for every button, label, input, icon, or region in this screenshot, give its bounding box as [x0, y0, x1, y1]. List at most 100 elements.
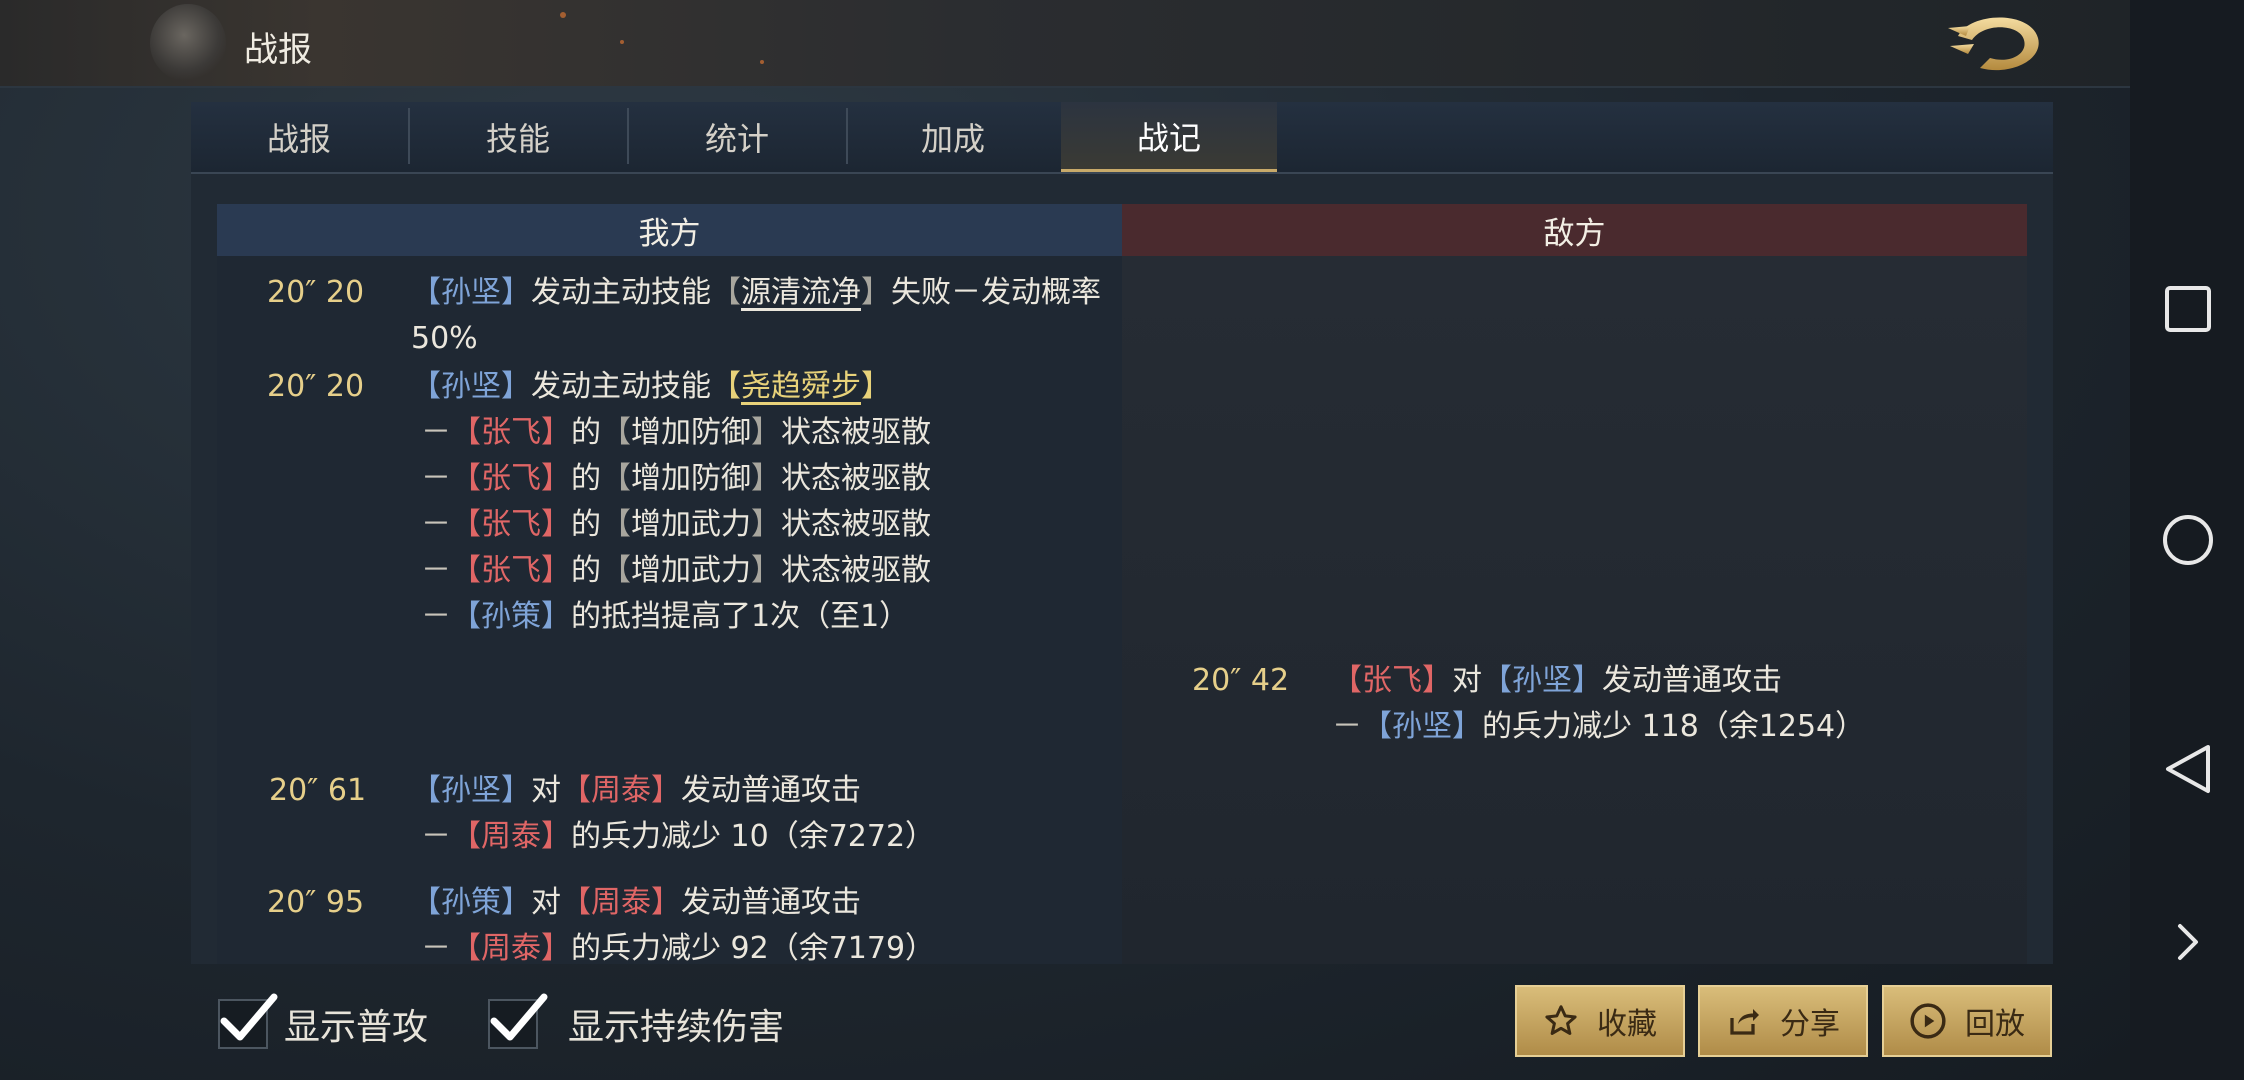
tab-statistics[interactable]: 统计: [629, 102, 845, 172]
bracket: 【: [561, 885, 591, 920]
log-line: 【张飞】对【孙坚】发动普通攻击: [1332, 658, 1782, 704]
bracket: 【: [451, 553, 481, 588]
star-icon: [1545, 1005, 1577, 1035]
log-text: 的抵挡提高了1次（至1）: [571, 599, 910, 634]
share-button[interactable]: 分享: [1698, 985, 1868, 1057]
log-text: 对: [1452, 663, 1482, 698]
log-line: 【孙坚】对【周泰】发动普通攻击: [411, 768, 861, 814]
log-text: 发动普通攻击: [681, 773, 861, 808]
bracket: 】: [751, 415, 781, 450]
bracket: 】: [501, 885, 531, 920]
dragon-back-icon: [1948, 17, 2039, 71]
general-name[interactable]: 周泰: [481, 931, 541, 964]
log-text: 发动普通攻击: [681, 885, 861, 920]
bracket: 【: [711, 369, 741, 404]
bracket: 】: [501, 773, 531, 808]
replay-button[interactable]: 回放: [1882, 985, 2052, 1057]
home-button[interactable]: [2158, 510, 2218, 570]
bracket: 】: [501, 369, 531, 404]
bracket: 【: [601, 553, 631, 588]
log-text: 的兵力减少 118（余1254）: [1482, 709, 1866, 744]
bracket: 】: [861, 275, 891, 310]
bracket: 】: [861, 369, 891, 404]
bracket: 】: [541, 415, 571, 450]
bracket: 【: [451, 415, 481, 450]
favorite-button[interactable]: 收藏: [1515, 985, 1685, 1057]
log-text: 发动主动技能: [531, 369, 711, 404]
general-name[interactable]: 周泰: [481, 819, 541, 854]
log-text: 状态被驱散: [781, 415, 931, 450]
bracket: 】: [1452, 709, 1482, 744]
general-name[interactable]: 张飞: [481, 507, 541, 542]
checkbox-box: [488, 993, 548, 1049]
bracket: 【: [601, 461, 631, 496]
footer-bar: 显示普攻 显示持续伤害 收藏 分享 回放: [0, 980, 2130, 1080]
dash: －: [421, 931, 451, 964]
enemy-column-header: 敌方: [1122, 204, 2027, 256]
battle-report-app: 战报 战报 技能 统计 加成 战记 我方 敌方 20″ 20 【孙坚】发动主动技…: [0, 0, 2130, 1080]
back-button[interactable]: [1940, 6, 2050, 80]
log-sub-line: －【张飞】的【增加武力】状态被驱散: [421, 502, 931, 548]
expand-nav-button[interactable]: [2158, 912, 2218, 972]
log-sub-line: －【周泰】的兵力减少 10（余7272）: [421, 814, 935, 860]
log-line: 50%: [411, 321, 478, 356]
log-text: 对: [531, 885, 561, 920]
general-name[interactable]: 孙坚: [1512, 663, 1572, 698]
log-sub-line: －【孙坚】的兵力减少 118（余1254）: [1332, 704, 1865, 750]
tab-skills[interactable]: 技能: [410, 102, 626, 172]
log-text: 失败－发动概率: [891, 275, 1101, 310]
general-name[interactable]: 张飞: [481, 461, 541, 496]
buff-name: 增加防御: [631, 461, 751, 496]
bracket: 】: [541, 461, 571, 496]
general-name[interactable]: 周泰: [591, 773, 651, 808]
skill-link[interactable]: 源清流净: [741, 275, 861, 310]
battle-log[interactable]: 我方 敌方 20″ 20 【孙坚】发动主动技能【源清流净】失败－发动概率 50%…: [217, 204, 2027, 964]
enemy-column-bg: [1122, 256, 2027, 964]
dash: －: [421, 553, 451, 588]
bracket: 【: [451, 461, 481, 496]
report-panel: 战报 技能 统计 加成 战记 我方 敌方 20″ 20 【孙坚】发动主动技能【源…: [191, 102, 2053, 964]
dash: －: [421, 819, 451, 854]
log-text: 发动普通攻击: [1602, 663, 1782, 698]
dash: －: [421, 461, 451, 496]
dash: －: [421, 507, 451, 542]
dash: －: [1332, 709, 1362, 744]
general-name[interactable]: 张飞: [481, 553, 541, 588]
square-nav-icon: [2165, 286, 2211, 332]
recent-apps-button[interactable]: [2158, 279, 2218, 339]
bracket: 【: [451, 819, 481, 854]
show-normal-attack-checkbox[interactable]: 显示普攻: [218, 993, 428, 1052]
timestamp: 20″ 20: [267, 275, 365, 310]
skill-link[interactable]: 尧趋舜步: [741, 369, 861, 404]
tab-bonus[interactable]: 加成: [845, 102, 1061, 172]
checkbox-label: 显示持续伤害: [568, 1007, 785, 1048]
checkmark-icon: [490, 993, 548, 1041]
play-circle-icon: [1910, 1003, 1946, 1039]
buff-name: 增加武力: [631, 553, 751, 588]
general-name[interactable]: 孙坚: [441, 369, 501, 404]
general-name[interactable]: 周泰: [591, 885, 651, 920]
general-name[interactable]: 孙策: [481, 599, 541, 634]
bracket: 【: [561, 773, 591, 808]
log-text: 的兵力减少 92（余7179）: [571, 931, 936, 964]
general-name[interactable]: 孙策: [441, 885, 501, 920]
general-name[interactable]: 张飞: [1362, 663, 1422, 698]
checkmark-icon: [220, 993, 278, 1041]
bracket: 【: [1332, 663, 1362, 698]
log-text: 发动主动技能: [531, 275, 711, 310]
share-label: 分享: [1780, 1007, 1840, 1042]
bracket: 【: [411, 885, 441, 920]
general-name[interactable]: 孙坚: [441, 773, 501, 808]
back-nav-button[interactable]: [2158, 739, 2218, 799]
tab-battle-log[interactable]: 战记: [1061, 102, 1277, 172]
general-name[interactable]: 孙坚: [441, 275, 501, 310]
general-name[interactable]: 孙坚: [1392, 709, 1452, 744]
log-text: 的: [571, 461, 601, 496]
system-nav-bar: [2130, 0, 2244, 1080]
general-name[interactable]: 张飞: [481, 415, 541, 450]
timestamp: 20″ 95: [267, 885, 365, 920]
ours-column-header: 我方: [217, 204, 1122, 256]
tab-battle-report[interactable]: 战报: [191, 102, 407, 172]
show-dot-checkbox[interactable]: 显示持续伤害: [488, 993, 785, 1052]
page-title: 战报: [244, 30, 312, 70]
